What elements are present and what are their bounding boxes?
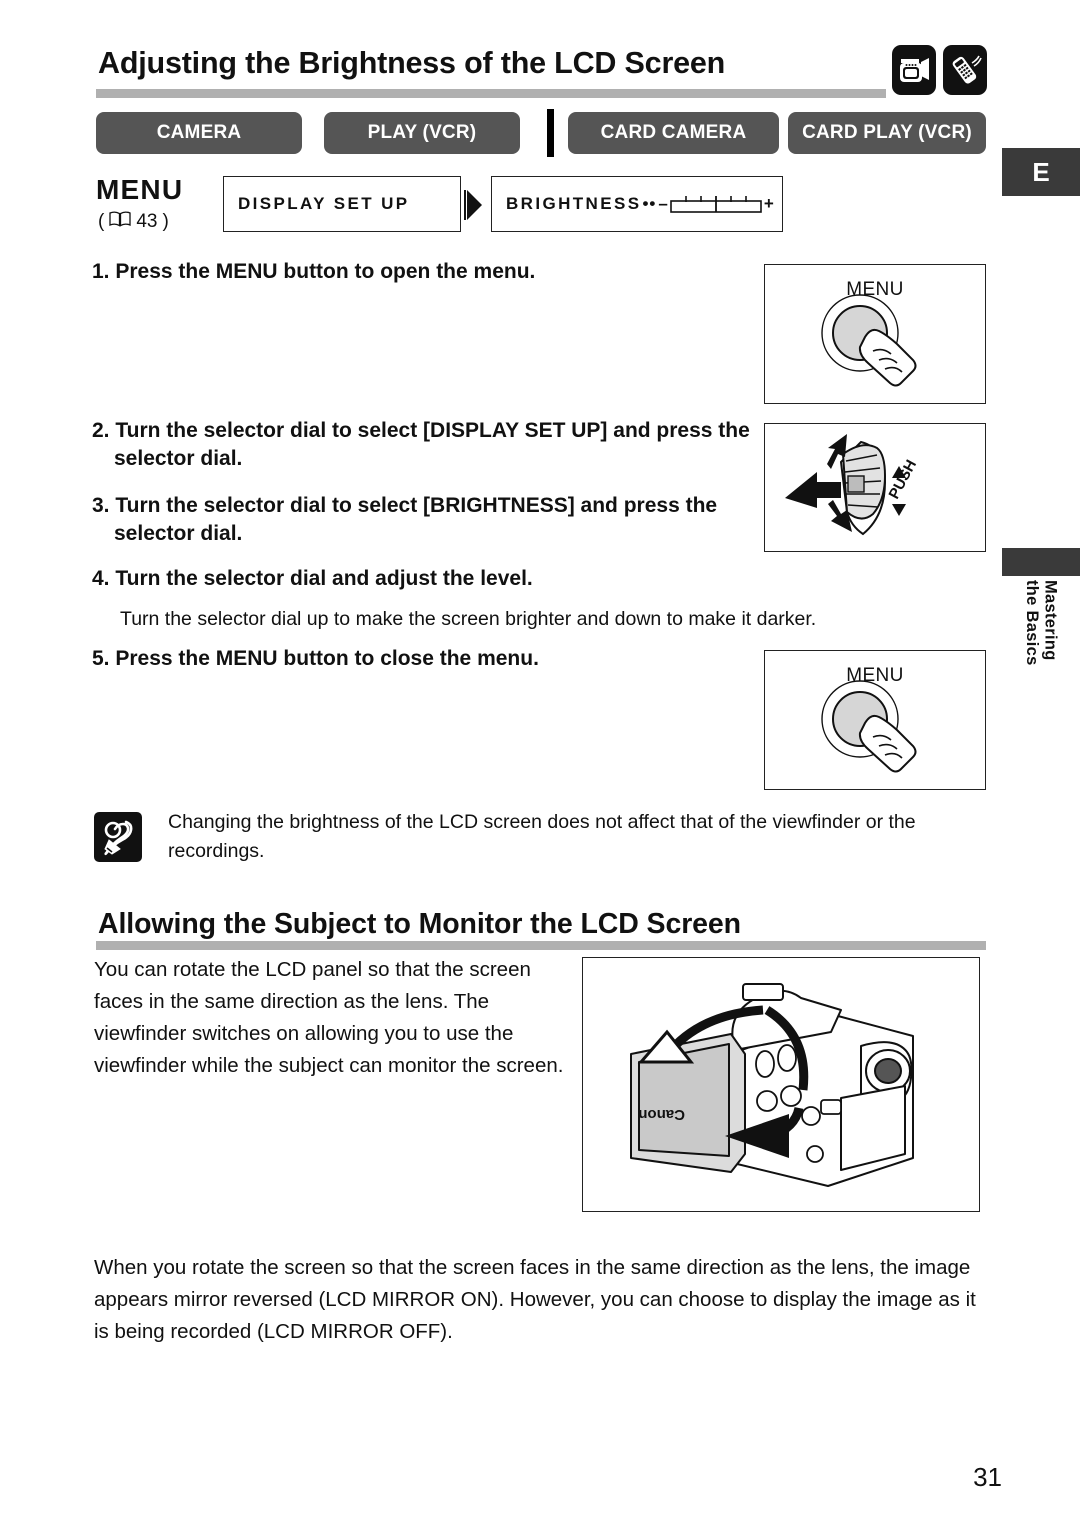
step-1: 1. Press the MENU button to open the men…	[92, 258, 752, 286]
note-text: Changing the brightness of the LCD scree…	[168, 811, 916, 862]
book-icon	[109, 210, 131, 233]
brightness-level-slider[interactable]: – +	[658, 194, 773, 214]
menu-page-number: 43	[136, 210, 158, 232]
menu-item-brightness-label: BRIGHTNESS	[506, 194, 642, 213]
section-2-header: Allowing the Subject to Monitor the LCD …	[96, 908, 986, 954]
remote-control-icon	[943, 45, 987, 95]
open-paren: (	[98, 210, 105, 232]
camcorder-graphic: Canon	[630, 983, 914, 1187]
step-4: 4. Turn the selector dial and adjust the…	[92, 565, 757, 593]
mode-tab-card-play-vcr[interactable]: CARD PLAY (VCR)	[788, 112, 986, 154]
step-2-number: 2.	[92, 419, 110, 442]
step-4-text: Turn the selector dial and adjust the le…	[115, 567, 533, 590]
header-underline-rule	[96, 89, 886, 98]
header-icon-group	[892, 45, 987, 95]
illustration-menu-label-1: MENU	[846, 279, 904, 300]
step-1-text: Press the MENU button to open the menu.	[115, 260, 536, 283]
edition-badge: E	[1002, 148, 1080, 196]
brightness-bar-graphic	[670, 196, 762, 213]
section-2-left-paragraph: You can rotate the LCD panel so that the…	[94, 958, 564, 1077]
brightness-minus-sign: –	[658, 194, 668, 213]
step-3-text: Turn the selector dial to select [BRIGHT…	[114, 494, 718, 545]
page-header: Adjusting the Brightness of the LCD Scre…	[96, 45, 987, 104]
step-3: 3. Turn the selector dial to select [BRI…	[92, 492, 757, 548]
brightness-plus-sign: +	[763, 194, 774, 213]
side-tab-chapter-label: Mastering the Basics	[1002, 580, 1080, 740]
side-tab-marker	[1002, 548, 1080, 576]
step-2-text: Turn the selector dial to select [DISPLA…	[114, 419, 750, 470]
menu-item-display-set-up: DISPLAY SET UP	[223, 176, 461, 232]
dial-push-label: PUSH	[886, 457, 921, 502]
step-4-note: Turn the selector dial up to make the sc…	[120, 608, 817, 630]
page-number: 31	[973, 1462, 1002, 1492]
step-1-number: 1.	[92, 260, 110, 283]
menu-item-brightness: BRIGHTNESS •• – +	[491, 176, 783, 232]
mode-tab-play-vcr[interactable]: PLAY (VCR)	[324, 112, 520, 154]
mode-tab-bar: CAMERA PLAY (VCR) CARD CAMERA CARD PLAY …	[96, 109, 986, 157]
page-title: Adjusting the Brightness of the LCD Scre…	[98, 46, 726, 80]
illustration-menu-button-close: MENU	[764, 650, 986, 790]
menu-path-row: MENU ( 43 ) DISPLAY SET UP BRIGHTNESS ••…	[96, 174, 796, 244]
step-5-number: 5.	[92, 647, 110, 670]
illustration-menu-label-2: MENU	[846, 665, 904, 686]
camcorder-brand-label: Canon	[638, 1106, 685, 1123]
menu-brightness-dots: ••	[642, 194, 657, 213]
close-paren: )	[162, 210, 169, 232]
menu-keyword: MENU	[96, 174, 184, 205]
triangle-right-icon	[464, 188, 486, 227]
mode-tab-divider	[547, 109, 554, 157]
section-2-underline-rule	[96, 941, 986, 950]
note-pencil-icon	[94, 812, 142, 862]
illustration-selector-dial: PUSH	[764, 423, 986, 552]
mode-tab-camera[interactable]: CAMERA	[96, 112, 302, 154]
section-2-bottom-paragraph: When you rotate the screen so that the s…	[94, 1256, 976, 1343]
step-4-number: 4.	[92, 567, 110, 590]
mode-tab-card-camera[interactable]: CARD CAMERA	[568, 112, 779, 154]
selector-dial-graphic: PUSH	[785, 434, 921, 536]
menu-item-display-label: DISPLAY SET UP	[238, 194, 410, 213]
side-tab-chapter-text: Mastering the Basics	[1023, 580, 1060, 666]
illustration-camcorder-lcd-rotation: Canon	[582, 957, 980, 1212]
step-2: 2. Turn the selector dial to select [DIS…	[92, 417, 757, 473]
section-2-title: Allowing the Subject to Monitor the LCD …	[98, 908, 741, 940]
menu-page-reference: ( 43 )	[98, 210, 169, 233]
illustration-menu-button-open: MENU	[764, 264, 986, 404]
step-5: 5. Press the MENU button to close the me…	[92, 645, 757, 673]
camcorder-icon	[892, 45, 936, 95]
step-5-text: Press the MENU button to close the menu.	[115, 647, 539, 670]
step-3-number: 3.	[92, 494, 110, 517]
